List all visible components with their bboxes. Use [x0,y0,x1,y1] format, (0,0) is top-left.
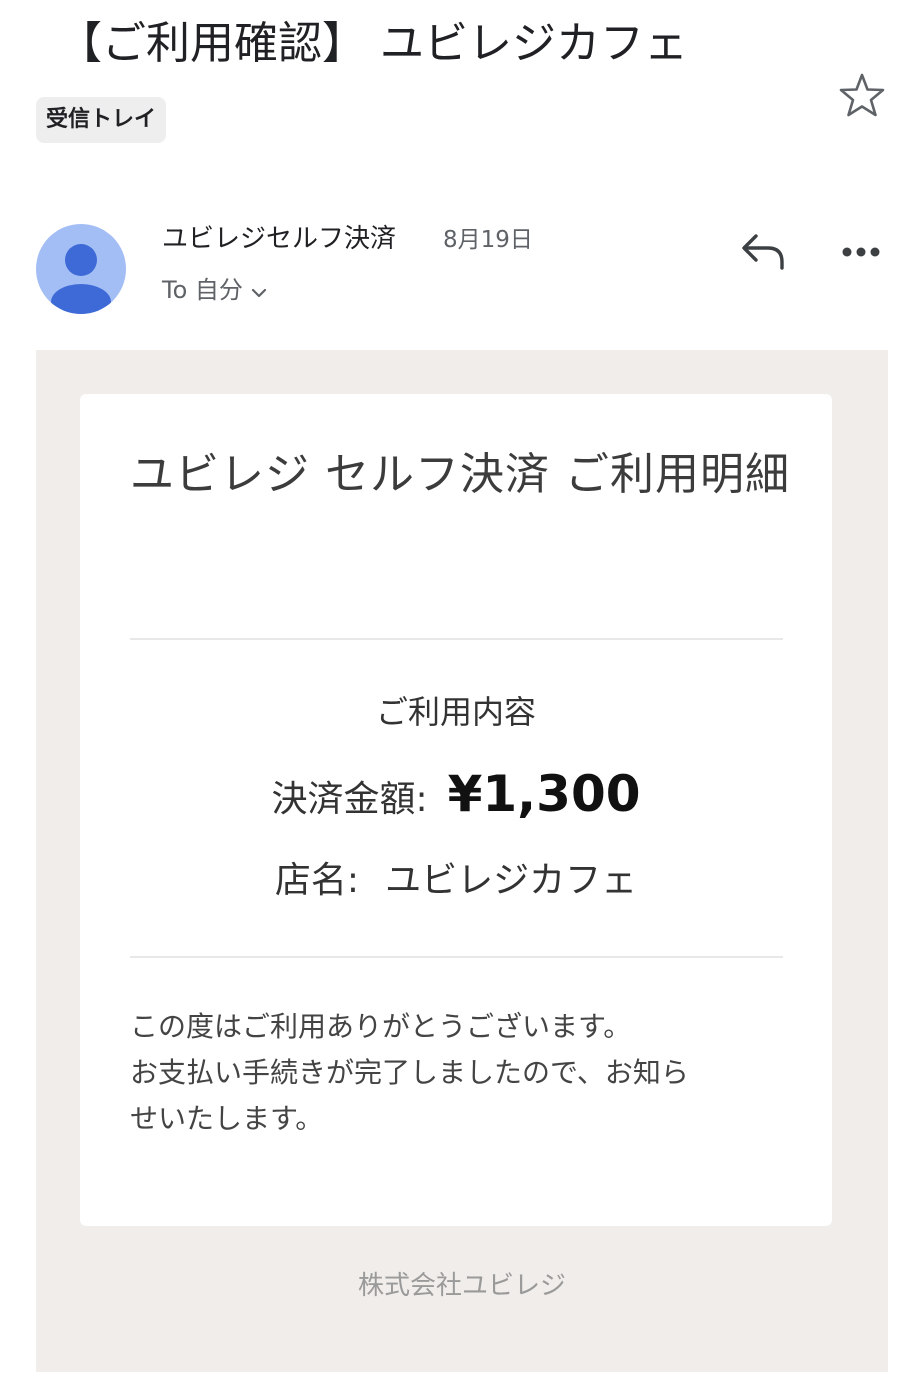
sender-avatar[interactable] [36,224,126,314]
reply-button[interactable] [738,228,788,272]
sender-name: ユビレジセルフ決済 [162,224,397,254]
more-horizontal-icon [842,247,880,257]
inbox-label-chip[interactable]: 受信トレイ [36,97,167,143]
receipt-card: ユビレジ セルフ決済 ご利用明細 ご利用内容 決済金額: ¥1,300 店名: ユビ… [80,394,832,1226]
recipient-toggle[interactable]: To 自分 [162,272,267,309]
thank-you-message: この度はご利用ありがとうございます。 お支払い手続きが完了しましたので、お知ら … [130,1004,780,1142]
reply-icon [742,234,784,270]
amount-row: 決済金額: ¥1,300 [80,764,832,830]
message-date: 8月19日 [443,227,533,253]
message-line: この度はご利用ありがとうございます。 [130,1010,632,1043]
receipt-title: ユビレジ セルフ決済 ご利用明細 [130,449,790,500]
more-options-button[interactable] [836,232,886,272]
star-icon[interactable] [836,70,888,122]
store-row: 店名: ユビレジカフェ [80,854,832,908]
amount-label: 決済金額: [271,779,428,820]
store-name: ユビレジカフェ [385,860,638,901]
amount-value: ¥1,300 [447,765,641,823]
message-line: お支払い手続きが完了しましたので、お知ら [130,1056,689,1089]
footer-company: 株式会社ユビレジ [357,1271,566,1301]
divider-top [130,638,783,640]
email-subject: 【ご利用確認】 ユビレジカフェ [58,18,688,69]
message-line: せいたします。 [130,1102,324,1135]
person-icon [51,244,111,314]
store-label: 店名: [274,860,360,901]
usage-heading: ご利用内容 [375,693,536,731]
email-body: ユビレジ セルフ決済 ご利用明細 ご利用内容 決済金額: ¥1,300 店名: ユビ… [36,350,888,1372]
recipient-text: To 自分 [162,276,243,304]
chevron-down-icon [251,273,267,309]
divider-bottom [130,956,783,958]
